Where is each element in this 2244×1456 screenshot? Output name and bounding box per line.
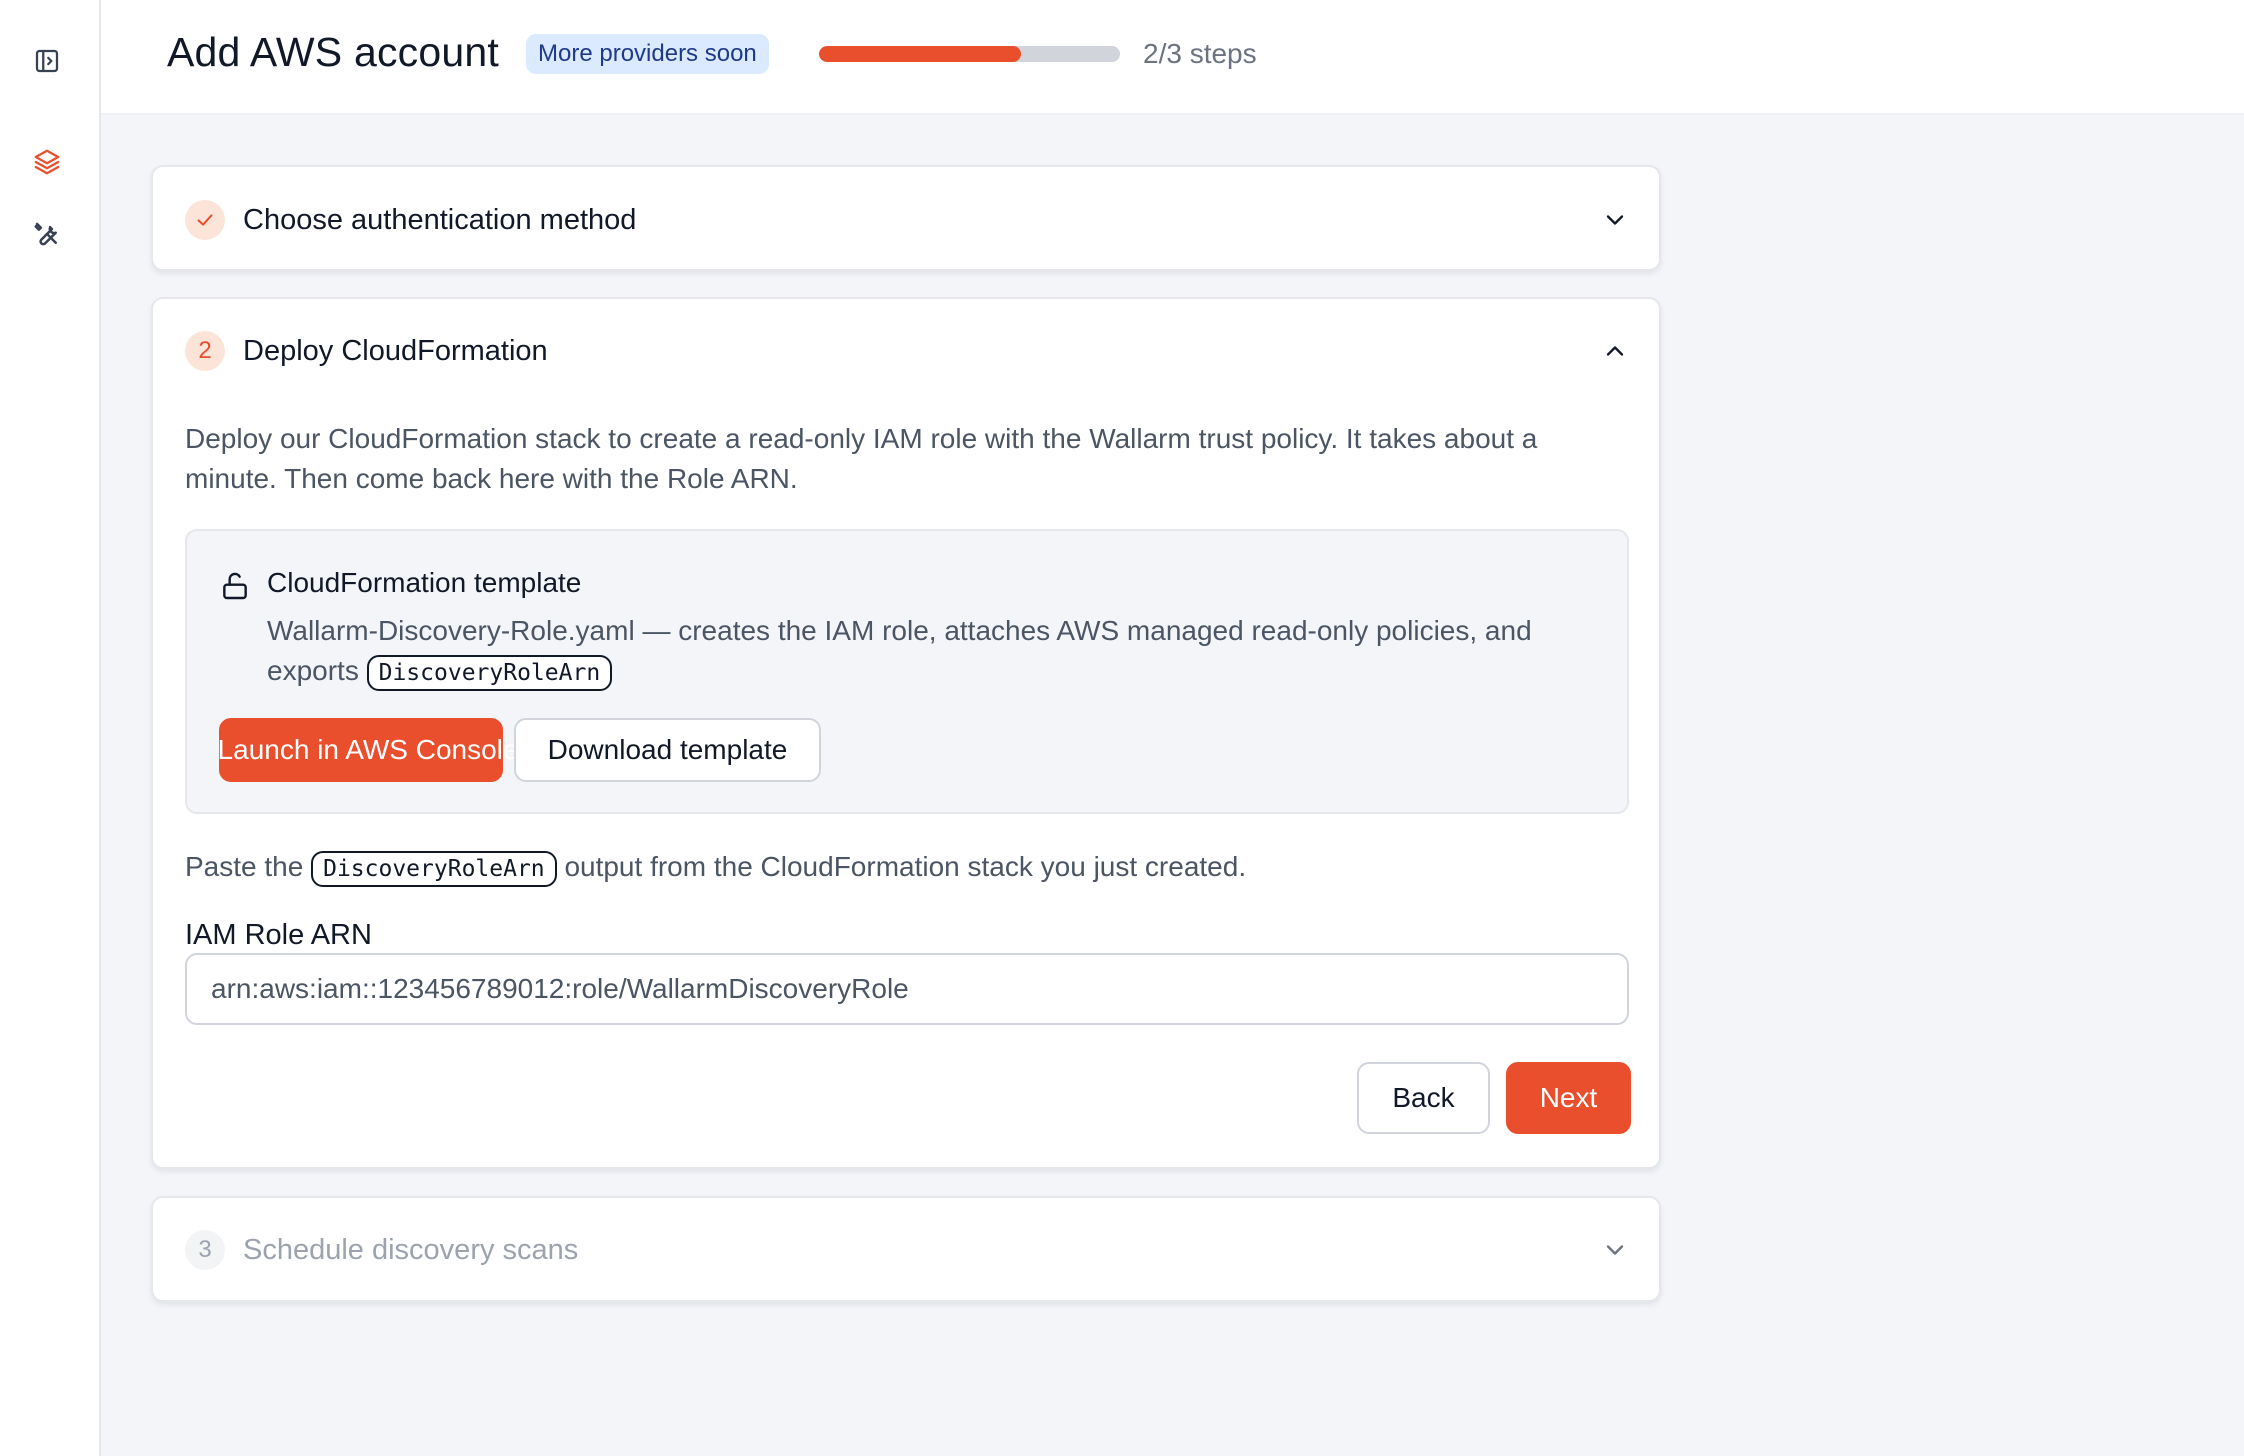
step-header-2[interactable]: 2 Deploy CloudFormation: [185, 329, 1629, 373]
page-title: Add AWS account: [167, 29, 499, 75]
step-card-3: 3 Schedule discovery scans: [151, 1196, 1661, 1302]
progress-bar: [819, 46, 1120, 62]
main-content: Choose authentication method 2 Deploy Cl…: [101, 115, 2244, 1456]
template-description: Wallarm-Discovery-Role.yaml — creates th…: [267, 611, 1607, 691]
template-panel: CloudFormation template Wallarm-Discover…: [185, 529, 1629, 814]
step-title-3: Schedule discovery scans: [243, 1233, 579, 1266]
download-template-button[interactable]: Download template: [514, 718, 821, 782]
step-description: Deploy our CloudFormation stack to creat…: [185, 423, 1538, 494]
sidebar-item-tools[interactable]: [22, 209, 72, 259]
paste-instruction: Paste the DiscoveryRoleArn output from t…: [185, 847, 1625, 887]
launch-label: Launch in AWS Console: [217, 734, 519, 765]
providers-badge: More providers soon: [526, 34, 769, 74]
step-number-3: 3: [185, 1230, 225, 1270]
layers-icon: [34, 149, 60, 175]
step-header-3[interactable]: 3 Schedule discovery scans: [185, 1228, 1629, 1272]
chevron-down-icon: [1606, 1245, 1624, 1255]
sidebar-item-layers[interactable]: [22, 137, 72, 187]
sidebar-toggle-button[interactable]: [22, 36, 72, 86]
step-title-2: Deploy CloudFormation: [243, 334, 548, 367]
step-done-indicator: [185, 200, 225, 240]
chevron-up-icon: [1606, 346, 1624, 356]
back-button[interactable]: Back: [1357, 1062, 1490, 1134]
progress-fill: [819, 46, 1021, 62]
step-number-2: 2: [185, 331, 225, 371]
panel-toggle-icon: [35, 49, 59, 73]
paste-code-chip: DiscoveryRoleArn: [311, 850, 557, 887]
template-title: CloudFormation template: [267, 567, 582, 598]
launch-aws-console-button[interactable]: Launch in AWS Console: [218, 718, 518, 782]
check-icon: [197, 214, 213, 226]
chevron-down-icon: [1606, 215, 1624, 225]
step-card-2: 2 Deploy CloudFormation Deploy our Cloud…: [151, 297, 1661, 1169]
unlock-icon: [223, 572, 247, 600]
steps-counter: 2/3 steps: [1143, 38, 1257, 69]
step-header-1[interactable]: Choose authentication method: [185, 198, 1629, 242]
paste-prefix: Paste the: [185, 851, 304, 882]
page-header: Add AWS account More providers soon 2/3 …: [101, 0, 2244, 115]
tools-icon: [34, 222, 57, 246]
output-code-chip: DiscoveryRoleArn: [366, 654, 613, 691]
iam-role-arn-label: IAM Role ARN: [185, 919, 372, 951]
next-button[interactable]: Next: [1506, 1062, 1631, 1134]
step-title-1: Choose authentication method: [243, 203, 637, 236]
sidebar: [0, 0, 101, 1456]
step-card-1: Choose authentication method: [151, 165, 1661, 271]
paste-suffix: output from the CloudFormation stack you…: [564, 851, 1247, 882]
iam-role-arn-input[interactable]: [185, 953, 1629, 1025]
app-window: Add AWS account More providers soon 2/3 …: [0, 0, 2244, 1456]
